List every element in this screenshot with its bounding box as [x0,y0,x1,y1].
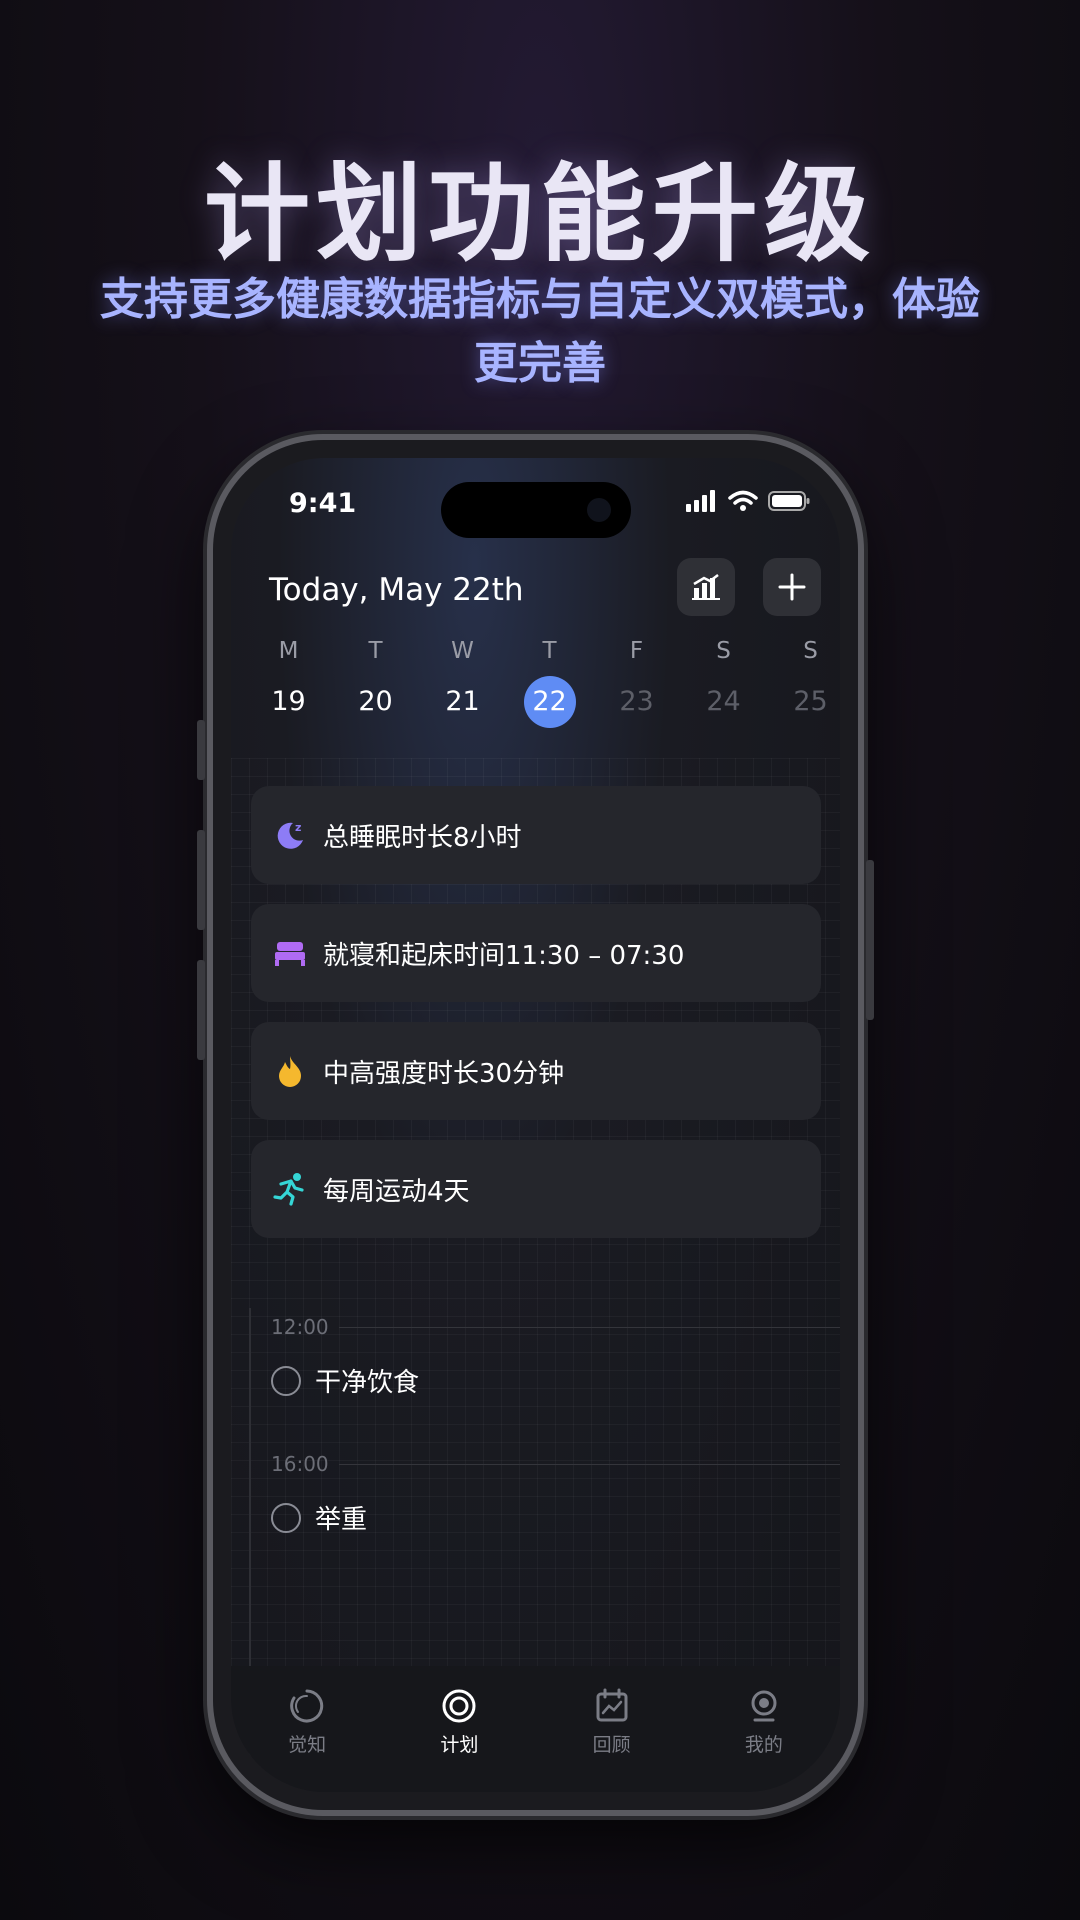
date-22-selected[interactable]: 22 [506,676,593,728]
weekday-label: T [542,638,557,664]
battery-icon [768,491,810,511]
chart-icon [692,574,720,600]
tab-plan[interactable]: 计划 [383,1666,535,1792]
phone-frame: 9:41 Today, May 22th M T W T F S S 19 20… [197,440,874,1810]
date-21[interactable]: 21 [419,676,506,728]
svg-text:z: z [295,821,301,834]
moon-sleep-icon: z [271,816,309,854]
tab-label: 回顾 [592,1734,631,1756]
weekday-row: M T W T F S S [245,638,840,664]
date-label: 20 [358,686,393,717]
camera-icon [587,498,611,522]
running-icon [271,1170,309,1208]
task-item[interactable]: 干净饮食 [271,1362,419,1399]
goal-label: 每周运动4天 [323,1176,470,1207]
plus-icon [778,573,806,601]
tab-me[interactable]: 我的 [688,1666,840,1792]
weekday-label: M [278,638,299,664]
date-24[interactable]: 24 [680,676,767,728]
tab-label: 计划 [440,1734,479,1756]
goal-label: 中高强度时长30分钟 [323,1058,565,1089]
flame-icon [271,1052,309,1090]
date-label: 21 [445,686,480,717]
task-label: 举重 [315,1505,368,1535]
promo-subline: 支持更多健康数据指标与自定义双模式，体验更完善 [100,274,980,389]
stats-button[interactable] [677,558,735,616]
date-label: 23 [619,686,654,717]
page-title: Today, May 22th [269,572,524,608]
add-button[interactable] [763,558,821,616]
date-label: 22 [523,676,576,728]
goal-card-bedtime[interactable]: 就寝和起床时间11:30 – 07:30 [251,904,821,1002]
task-item[interactable]: 举重 [271,1499,367,1536]
weekday-label: F [629,638,644,664]
tab-review[interactable]: 回顾 [536,1666,688,1792]
date-19[interactable]: 19 [245,676,332,728]
weekday-label: T [368,638,383,664]
timeline-divider [339,1464,840,1465]
date-row: 19 20 21 22 23 24 25 [245,676,840,728]
profile-icon [751,1690,777,1722]
awareness-ring-icon [290,1689,324,1723]
date-label: 25 [793,686,828,717]
status-time: 9:41 [289,488,357,519]
weekday-label: S [716,638,731,664]
tab-bar: 觉知 计划 回顾 我的 [231,1666,840,1792]
date-23[interactable]: 23 [593,676,680,728]
phone-action-button [197,720,205,780]
date-label: 19 [271,686,306,717]
status-icons [686,490,810,512]
phone-volume-down-button [197,960,205,1060]
task-checkbox[interactable] [271,1365,301,1396]
bed-icon [271,934,309,972]
timeline-time: 12:00 [271,1315,329,1339]
date-25[interactable]: 25 [767,676,840,728]
timeline-divider [339,1327,840,1328]
signal-icon [686,490,715,512]
task-label: 干净饮食 [315,1368,420,1398]
wifi-icon [728,490,758,511]
date-label: 24 [706,686,741,717]
timeline-time: 16:00 [271,1452,329,1476]
goal-card-exercise-days[interactable]: 每周运动4天 [251,1140,821,1238]
tab-awareness[interactable]: 觉知 [231,1666,383,1792]
goal-label: 就寝和起床时间11:30 – 07:30 [323,940,685,971]
goal-label: 总睡眠时长8小时 [323,822,522,853]
phone-volume-up-button [197,830,205,930]
dynamic-island [441,482,631,538]
plan-target-icon [442,1689,476,1723]
phone-power-button [866,860,874,1020]
weekday-label: W [451,638,474,664]
goal-card-intensity[interactable]: 中高强度时长30分钟 [251,1022,821,1120]
tab-label: 我的 [744,1734,783,1756]
weekday-label: S [803,638,818,664]
phone-screen: 9:41 Today, May 22th M T W T F S S 19 20… [231,458,840,1792]
date-20[interactable]: 20 [332,676,419,728]
task-checkbox[interactable] [271,1502,301,1533]
tab-label: 觉知 [288,1734,327,1756]
goal-card-sleep-duration[interactable]: z 总睡眠时长8小时 [251,786,821,884]
review-calendar-icon [596,1688,628,1722]
promo-headline: 计划功能升级 [204,153,876,276]
